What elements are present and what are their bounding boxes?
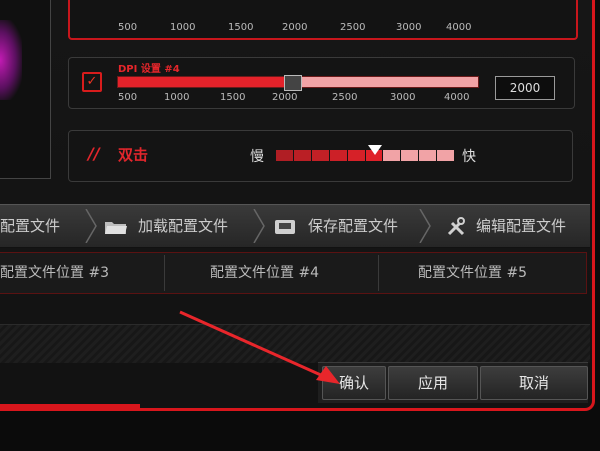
tick-label: 2500 (340, 22, 366, 33)
toolbar-separator (85, 209, 97, 243)
speed-segment (276, 150, 293, 161)
slow-label: 慢 (250, 149, 264, 165)
toolbar-item-profile[interactable]: 配置文件 (0, 205, 60, 247)
tick-label: 1000 (164, 92, 190, 103)
tick-label: 3000 (390, 92, 416, 103)
speed-segment (347, 150, 365, 161)
fast-label: 快 (462, 149, 476, 165)
tick-label: 500 (118, 92, 138, 103)
dpi4-slider[interactable] (117, 75, 479, 91)
tick-label: 1500 (220, 92, 246, 103)
toolbar-separator (253, 209, 265, 243)
speed-segment (401, 150, 419, 161)
dpi4-tick-row: 500 1000 1500 2000 2500 3000 4000 (118, 92, 478, 104)
tick-label: 2000 (272, 92, 298, 103)
tick-label: 1500 (228, 22, 254, 33)
profile-slot-row: 配置文件位置 #3 配置文件位置 #4 配置文件位置 #5 (0, 252, 587, 294)
dpi4-value-field[interactable]: 2000 (495, 76, 555, 100)
tick-label: 1000 (170, 22, 196, 33)
speed-segment (383, 150, 401, 161)
divider (378, 255, 379, 291)
toolbar-item-load-profile[interactable]: 加载配置文件 (104, 205, 228, 247)
mouse-image (0, 20, 22, 100)
cancel-button[interactable]: 取消 (480, 366, 588, 400)
double-click-label: 双击 (118, 146, 149, 164)
folder-open-icon (105, 221, 127, 234)
toolbar-item-label: 编辑配置文件 (476, 217, 567, 235)
window-accent-line (0, 404, 140, 408)
toolbar-separator (419, 209, 431, 243)
double-click-icon: // (88, 144, 100, 163)
speed-segment (293, 150, 311, 161)
status-strip (0, 324, 590, 363)
profile-slot-3[interactable]: 配置文件位置 #3 (0, 253, 109, 293)
divider (164, 255, 165, 291)
speed-segment (329, 150, 347, 161)
profile-toolbar: 配置文件 加载配置文件 保存配置文件 编辑配置文件 (0, 204, 590, 248)
toolbar-item-edit-profile[interactable]: 编辑配置文件 (446, 205, 566, 247)
dpi4-slider-handle[interactable] (284, 75, 302, 91)
double-click-speed-handle[interactable] (368, 145, 382, 155)
dpi-setting-box-3 (68, 0, 578, 40)
dpi-top-tick-row: 500 1000 1500 2000 2500 3000 4000 (118, 22, 478, 34)
profile-slot-4[interactable]: 配置文件位置 #4 (210, 253, 319, 293)
profile-slot-5[interactable]: 配置文件位置 #5 (418, 253, 527, 293)
tick-label: 2000 (282, 22, 308, 33)
tick-label: 4000 (446, 22, 472, 33)
tick-label: 3000 (396, 22, 422, 33)
dpi4-checkbox[interactable]: ✓ (82, 72, 102, 92)
double-click-speed-slider[interactable] (276, 150, 455, 161)
save-icon (275, 219, 295, 234)
tick-label: 500 (118, 22, 138, 33)
toolbar-item-label: 配置文件 (0, 217, 61, 235)
toolbar-item-label: 保存配置文件 (308, 217, 399, 235)
apply-button[interactable]: 应用 (388, 366, 478, 400)
dpi4-slider-fill (118, 77, 290, 87)
speed-segment (419, 150, 437, 161)
tick-label: 2500 (332, 92, 358, 103)
speed-segment (311, 150, 329, 161)
tick-label: 4000 (444, 92, 470, 103)
dpi4-title: DPI 设置 #4 (118, 64, 180, 75)
toolbar-item-save-profile[interactable]: 保存配置文件 (274, 205, 398, 247)
confirm-button[interactable]: 确认 (322, 366, 386, 400)
tools-icon (447, 216, 465, 235)
toolbar-item-label: 加载配置文件 (138, 217, 229, 235)
speed-segment (437, 150, 455, 161)
